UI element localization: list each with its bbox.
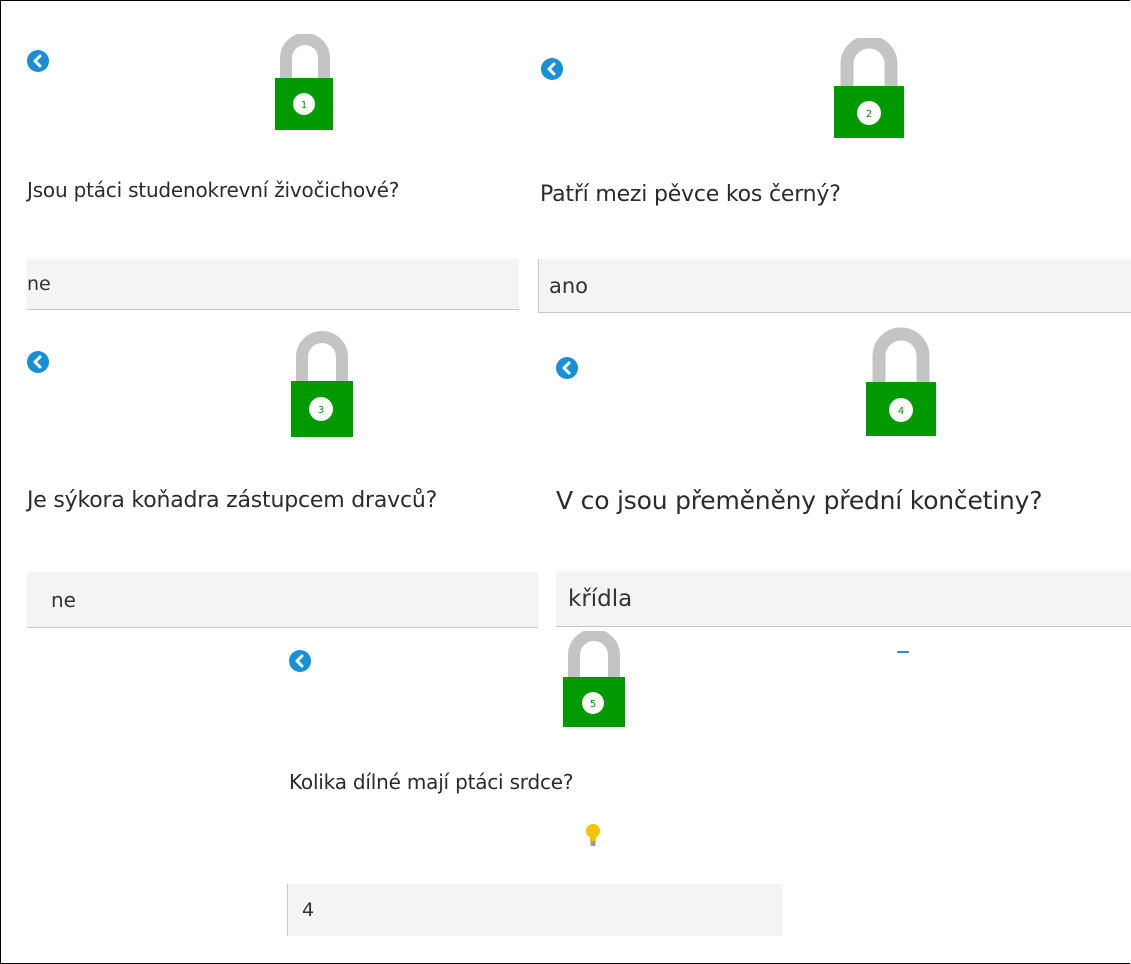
lock-number: 4: [898, 406, 904, 417]
open-padlock-icon: 3: [291, 331, 353, 441]
lock-number: 1: [301, 100, 307, 111]
back-chevron-icon[interactable]: [556, 357, 578, 379]
answer-field[interactable]: ne: [27, 572, 538, 628]
back-chevron-icon[interactable]: [541, 58, 563, 80]
question-text: Patří mezi pěvce kos černý?: [540, 182, 841, 207]
lock-number: 3: [318, 405, 324, 416]
open-padlock-icon: 5: [563, 629, 627, 731]
question-text: Je sýkora koňadra zástupcem dravců?: [27, 488, 438, 513]
open-padlock-icon: 1: [275, 33, 335, 134]
answer-field[interactable]: ne: [27, 259, 519, 310]
question-text: Jsou ptáci studenokrevní živočichové?: [27, 178, 400, 202]
open-padlock-icon: 2: [834, 35, 906, 142]
open-padlock-icon: 4: [866, 326, 938, 440]
lock-number: 2: [866, 109, 872, 120]
blue-dash-mark: [897, 651, 909, 653]
question-text: Kolika dílné mají ptáci srdce?: [289, 770, 574, 794]
answer-field[interactable]: ano: [538, 259, 1131, 313]
answer-field[interactable]: 4: [287, 884, 783, 936]
back-chevron-icon[interactable]: [27, 351, 49, 373]
question-text: V co jsou přeměněny přední končetiny?: [556, 486, 1043, 515]
answer-field[interactable]: křídla: [556, 571, 1131, 627]
page-frame: [0, 0, 1130, 964]
back-chevron-icon[interactable]: [27, 50, 49, 72]
lock-number: 5: [590, 699, 596, 710]
back-chevron-icon[interactable]: [289, 650, 311, 672]
lightbulb-icon[interactable]: [585, 822, 601, 852]
